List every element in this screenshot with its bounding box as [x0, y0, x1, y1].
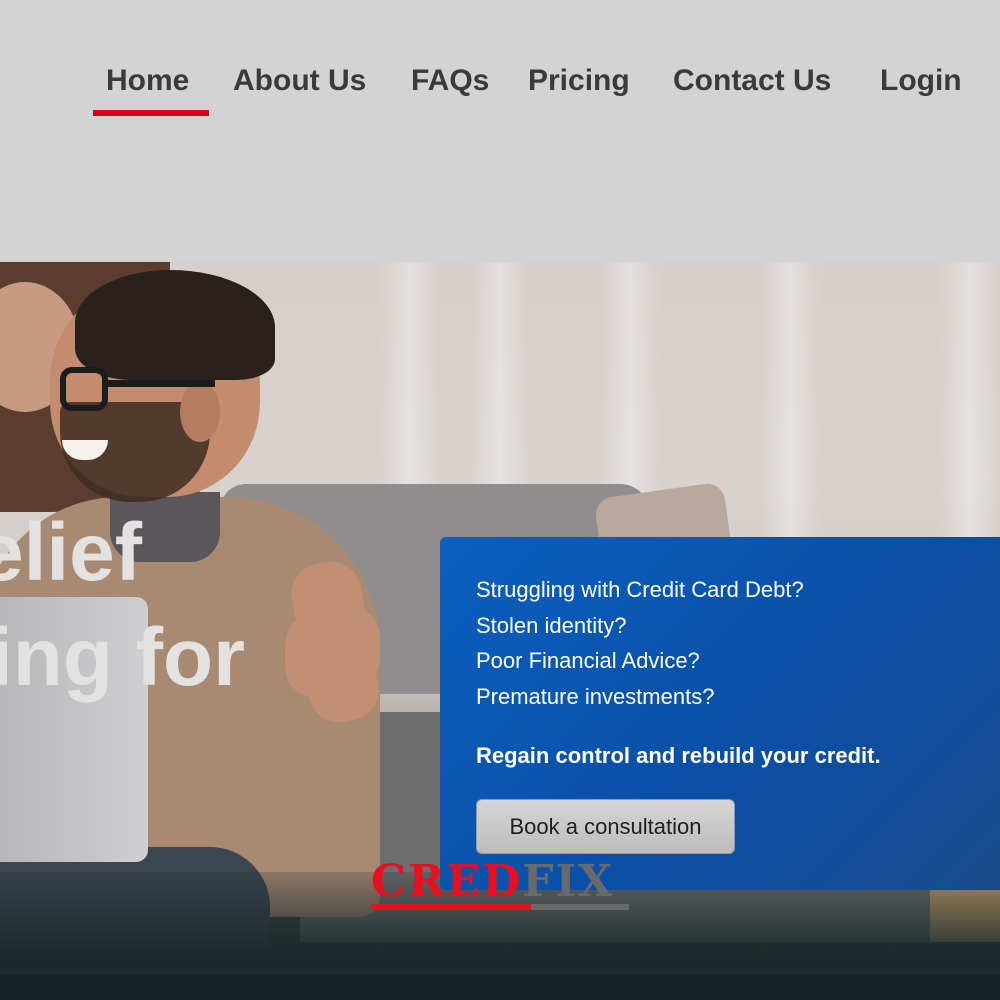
- nav-contact-us-link[interactable]: Contact Us: [673, 62, 831, 100]
- footer-band: [0, 975, 1000, 1000]
- nav-about-us-link[interactable]: About Us: [233, 62, 366, 100]
- card-tagline: Regain control and rebuild your credit.: [476, 743, 881, 768]
- nav-faqs-link[interactable]: FAQs: [411, 62, 489, 100]
- woman-hand: [285, 607, 380, 697]
- hero-headline-line1: elief: [0, 507, 143, 598]
- curtain-highlight: [940, 262, 1000, 562]
- card-question: Stolen identity?: [476, 613, 627, 638]
- logo-text-fix: FIX: [522, 856, 615, 907]
- nav-home-link[interactable]: Home: [106, 62, 189, 100]
- nav-pricing-link[interactable]: Pricing: [528, 62, 630, 100]
- site-header: Home About Us FAQs Pricing Contact Us Lo…: [0, 0, 1000, 262]
- nav-login-link[interactable]: Login: [880, 62, 962, 100]
- logo-underline-red: [371, 904, 531, 910]
- credfix-logo[interactable]: CREDFIX: [371, 858, 614, 906]
- man-ear: [180, 382, 220, 442]
- card-question: Struggling with Credit Card Debt?: [476, 577, 804, 602]
- glasses-icon: [60, 367, 108, 411]
- book-consultation-button[interactable]: Book a consultation: [476, 799, 735, 854]
- card-question: Poor Financial Advice?: [476, 648, 700, 673]
- man-hair: [75, 270, 275, 380]
- credit-help-card: Struggling with Credit Card Debt? Stolen…: [440, 537, 1000, 890]
- glasses-frame: [105, 380, 215, 387]
- curtain-highlight: [760, 262, 820, 562]
- logo-underline-gray: [531, 904, 629, 910]
- logo-text-cred: CRED: [371, 856, 523, 907]
- card-question: Premature investments?: [476, 684, 715, 709]
- hero-headline-line2: ing for: [0, 612, 246, 703]
- active-nav-indicator: [93, 110, 209, 116]
